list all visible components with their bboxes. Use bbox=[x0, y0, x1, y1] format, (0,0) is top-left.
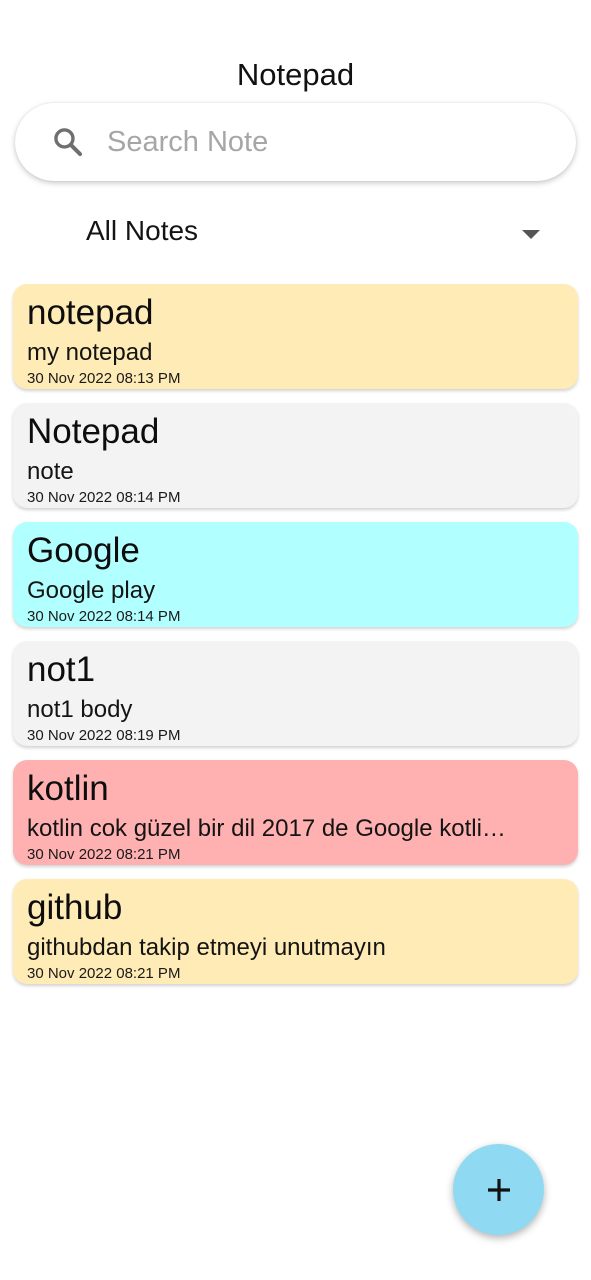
page-title: Notepad bbox=[236, 57, 355, 92]
notes-filter-dropdown[interactable]: All Notes bbox=[0, 205, 591, 261]
note-title: Google bbox=[27, 531, 140, 570]
note-title: notepad bbox=[27, 293, 154, 332]
note-body: note bbox=[27, 458, 74, 485]
search-bar[interactable] bbox=[15, 103, 576, 181]
search-icon bbox=[54, 128, 83, 157]
note-card[interactable]: not1 not1 body 30 Nov 2022 08:19 PM bbox=[13, 641, 578, 746]
note-title: not1 bbox=[27, 650, 96, 689]
note-date: 30 Nov 2022 08:21 PM bbox=[27, 965, 181, 982]
note-card[interactable]: kotlin kotlin cok güzel bir dil 2017 de … bbox=[13, 760, 578, 865]
note-title: github bbox=[27, 888, 123, 927]
note-date: 30 Nov 2022 08:14 PM bbox=[27, 608, 181, 625]
note-list: notepad my notepad 30 Nov 2022 08:13 PM … bbox=[13, 284, 578, 998]
add-note-button[interactable] bbox=[453, 1144, 544, 1235]
note-date: 30 Nov 2022 08:14 PM bbox=[27, 489, 181, 506]
note-body: githubdan takip etmeyi unutmayın bbox=[27, 934, 386, 961]
plus-icon bbox=[487, 1178, 510, 1201]
note-card[interactable]: Google Google play 30 Nov 2022 08:14 PM bbox=[13, 522, 578, 627]
note-date: 30 Nov 2022 08:13 PM bbox=[27, 370, 181, 387]
note-body: kotlin cok güzel bir dil 2017 de Google … bbox=[27, 815, 506, 842]
note-body: not1 body bbox=[27, 696, 133, 723]
note-title: Notepad bbox=[27, 412, 160, 451]
filter-selected-label: All Notes bbox=[86, 215, 199, 246]
note-date: 30 Nov 2022 08:21 PM bbox=[27, 846, 181, 863]
dropdown-arrow-icon[interactable] bbox=[522, 230, 540, 239]
note-card[interactable]: github githubdan takip etmeyi unutmayın … bbox=[13, 879, 578, 984]
note-title: kotlin bbox=[27, 769, 109, 808]
search-input[interactable] bbox=[107, 121, 547, 163]
note-body: my notepad bbox=[27, 339, 153, 366]
note-body: Google play bbox=[27, 577, 156, 604]
note-date: 30 Nov 2022 08:19 PM bbox=[27, 727, 181, 744]
note-card[interactable]: Notepad note 30 Nov 2022 08:14 PM bbox=[13, 403, 578, 508]
note-card[interactable]: notepad my notepad 30 Nov 2022 08:13 PM bbox=[13, 284, 578, 389]
